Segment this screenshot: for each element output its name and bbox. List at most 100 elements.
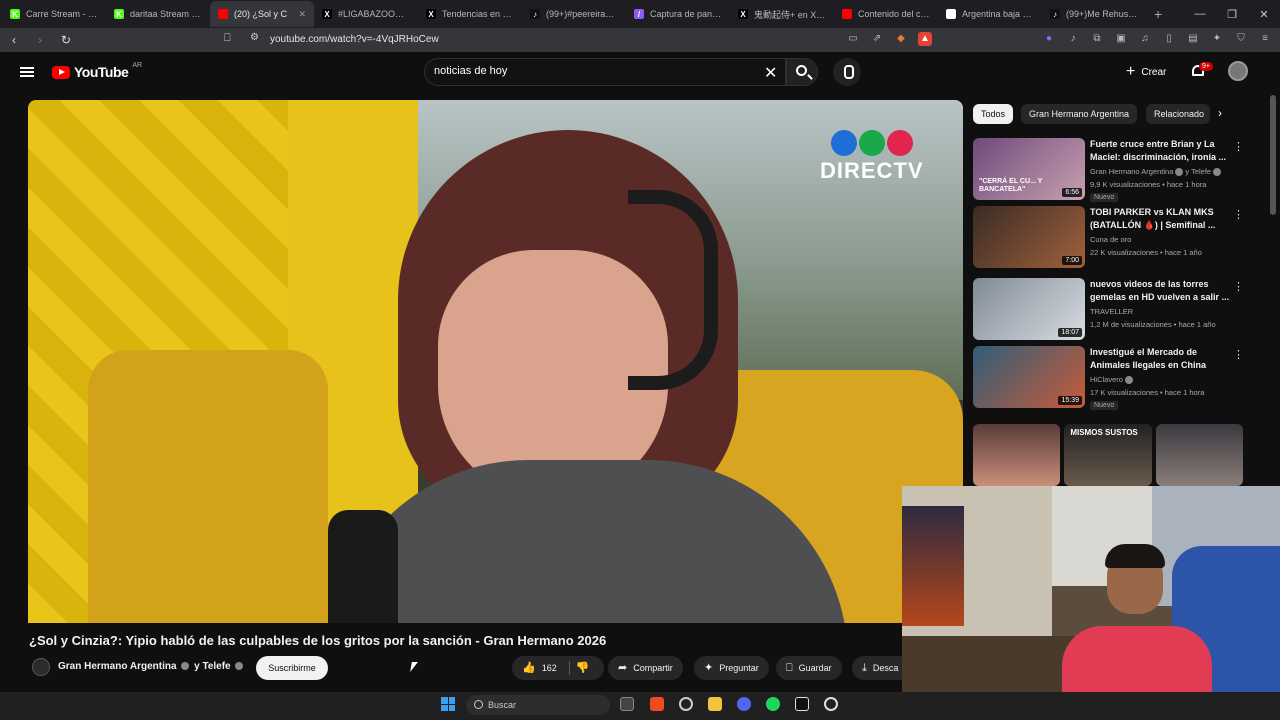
video-player[interactable]: DIRECTV: [28, 100, 963, 623]
dislike-icon[interactable]: 👎: [576, 656, 590, 680]
like-count[interactable]: 162: [542, 656, 557, 680]
browser-tab[interactable]: Kdaritaa Stream - Wa: [106, 1, 210, 27]
browser-tab[interactable]: K Carre Stream - Watc: [2, 1, 106, 27]
browser-tab[interactable]: X Tendencias en X: "5: [418, 1, 522, 27]
voice-search-icon[interactable]: [833, 58, 861, 86]
channel-name[interactable]: Gran Hermano Argentina y Telefe: [58, 661, 245, 672]
sound-icon[interactable]: ♪: [1066, 32, 1080, 46]
filter-chip[interactable]: Relacionado: [1146, 104, 1210, 124]
extension-icon[interactable]: ●: [1042, 32, 1056, 46]
recommendation-item[interactable]: 7:00 TOBI PARKER vs KLAN MKS (BATALLÓN 🩸)…: [973, 206, 1244, 270]
browser-tab[interactable]: / Captura de pantalla: [626, 1, 730, 27]
subscribe-button[interactable]: Suscribirme: [256, 656, 328, 680]
file-explorer-icon[interactable]: [708, 697, 722, 711]
short-thumb[interactable]: MISMOS SUSTOS: [1064, 424, 1152, 486]
puzzle-icon[interactable]: ⧉: [1090, 32, 1104, 46]
more-options-icon[interactable]: ⋮: [1233, 280, 1244, 293]
vpn-icon[interactable]: ⛉: [1234, 32, 1248, 46]
browser-tab[interactable]: ♪ (99+)Me Rehuso de: [1042, 1, 1146, 27]
back-icon[interactable]: ‹: [6, 33, 22, 47]
recommendation-item[interactable]: "CERRÁ EL CU... Y BANCATELA" 6:56 Fuerte c…: [973, 138, 1244, 202]
wallet-icon[interactable]: ▣: [1114, 32, 1128, 46]
recommendation-title[interactable]: nuevos videos de las torres gemelas en H…: [1090, 278, 1230, 304]
share-icon[interactable]: ⇗: [870, 32, 884, 46]
tab-favicon-icon: K: [114, 9, 124, 19]
wallet-icon-2[interactable]: ▤: [1186, 32, 1200, 46]
recommendation-title[interactable]: Fuerte cruce entre Brian y La Maciel: di…: [1090, 138, 1230, 164]
video-chair-left: [88, 350, 328, 623]
video-thumbnail[interactable]: 15:39: [973, 346, 1085, 408]
install-icon[interactable]: ▭: [846, 32, 860, 46]
clear-search-icon[interactable]: ✕: [764, 63, 777, 83]
bookmark-icon[interactable]: ⎕: [224, 32, 231, 45]
save-button[interactable]: ⎕ Guardar: [776, 656, 842, 680]
browser-tab[interactable]: ♪ (99+)#peereira7 | p: [522, 1, 626, 27]
search-query[interactable]: noticias de hoy: [434, 65, 507, 77]
close-tab-icon[interactable]: ✕: [298, 9, 306, 20]
recommendation-channel[interactable]: TRAVELLER: [1090, 307, 1133, 316]
account-avatar[interactable]: [1228, 61, 1248, 81]
obs-icon[interactable]: [679, 697, 693, 711]
music-icon[interactable]: ♫: [1138, 32, 1152, 46]
url-field[interactable]: youtube.com/watch?v=-4VqJRHoCew: [270, 34, 439, 45]
task-view-icon[interactable]: [620, 697, 634, 711]
recommendation-channel[interactable]: HiClavero: [1090, 375, 1135, 385]
brave-icon[interactable]: [650, 697, 664, 711]
short-thumb[interactable]: [973, 424, 1061, 486]
video-thumbnail[interactable]: 7:00: [973, 206, 1085, 268]
tab-favicon-icon: K: [10, 9, 20, 19]
browser-tab[interactable]: X #LIGABAZOOKA en: [314, 1, 418, 27]
recommendation-channel[interactable]: Cuna de oro: [1090, 235, 1131, 244]
menu-icon[interactable]: ≡: [1258, 32, 1272, 46]
filter-chip[interactable]: Todos: [973, 104, 1014, 124]
download-button[interactable]: ⤓ Desca: [852, 656, 904, 680]
maximize-icon[interactable]: ❐: [1216, 8, 1248, 21]
share-button[interactable]: ➦ Compartir: [608, 656, 683, 680]
like-icon[interactable]: 👍: [522, 656, 536, 680]
sidebar-icon[interactable]: ▯: [1162, 32, 1176, 46]
short-thumb[interactable]: [1155, 424, 1243, 486]
hamburger-menu-icon[interactable]: [20, 67, 34, 77]
video-duration: 15:39: [1058, 396, 1082, 405]
youtube-logo[interactable]: YouTube AR: [52, 62, 142, 80]
search-button[interactable]: [786, 58, 818, 86]
windows-start-icon[interactable]: [441, 697, 455, 711]
video-thumbnail[interactable]: 18:07: [973, 278, 1085, 340]
browser-tab[interactable]: X 鬼動起侍+ en X: "2: [730, 1, 834, 27]
sparkle-icon: ✦: [704, 662, 714, 674]
spotify-icon[interactable]: [766, 697, 780, 711]
webcam-overlay: [902, 486, 1280, 692]
ask-button[interactable]: ✦ Preguntar: [694, 656, 769, 680]
forward-icon[interactable]: ›: [32, 33, 48, 47]
recommendation-item[interactable]: 15:39 Investigué el Mercado de Animales I…: [973, 346, 1244, 410]
browser-tab[interactable]: (20) ¿Sol y C ✕: [210, 1, 314, 27]
browser-tab[interactable]: Contenido del canal: [834, 1, 938, 27]
tab-favicon-icon: X: [738, 9, 748, 19]
channel-avatar[interactable]: [32, 658, 50, 676]
close-window-icon[interactable]: ✕: [1248, 8, 1280, 21]
leo-icon[interactable]: ✦: [1210, 32, 1224, 46]
recommendation-title[interactable]: TOBI PARKER vs KLAN MKS (BATALLÓN 🩸) | S…: [1090, 206, 1230, 232]
video-thumbnail[interactable]: "CERRÁ EL CU... Y BANCATELA" 6:56: [973, 138, 1085, 200]
recommendation-title[interactable]: Investigué el Mercado de Animales Ilegal…: [1090, 346, 1230, 372]
brave-shield-icon[interactable]: ◆: [894, 32, 908, 46]
chevron-right-icon[interactable]: ›: [1218, 106, 1222, 120]
new-tab-button[interactable]: +: [1146, 6, 1170, 22]
app-icon[interactable]: [824, 697, 838, 711]
reload-icon[interactable]: ↻: [58, 33, 74, 47]
filter-chip[interactable]: Gran Hermano Argentina: [1021, 104, 1138, 124]
recommendation-channel[interactable]: Gran Hermano Argentina y Telefe: [1090, 167, 1223, 177]
more-options-icon[interactable]: ⋮: [1233, 208, 1244, 221]
recommendation-item[interactable]: 18:07 nuevos videos de las torres gemelas…: [973, 278, 1244, 342]
rewards-icon[interactable]: ▲: [918, 32, 932, 46]
minimize-icon[interactable]: —: [1184, 8, 1216, 20]
discord-icon[interactable]: [737, 697, 751, 711]
site-info-icon[interactable]: ⚙: [250, 32, 259, 43]
more-options-icon[interactable]: ⋮: [1233, 348, 1244, 361]
browser-tab[interactable]: E Argentina baja de 1: [938, 1, 1042, 27]
capcut-icon[interactable]: [795, 697, 809, 711]
taskbar-search[interactable]: Buscar: [466, 695, 610, 715]
create-button[interactable]: + Crear: [1126, 63, 1166, 81]
more-options-icon[interactable]: ⋮: [1233, 140, 1244, 153]
page-scrollbar[interactable]: [1270, 95, 1276, 215]
